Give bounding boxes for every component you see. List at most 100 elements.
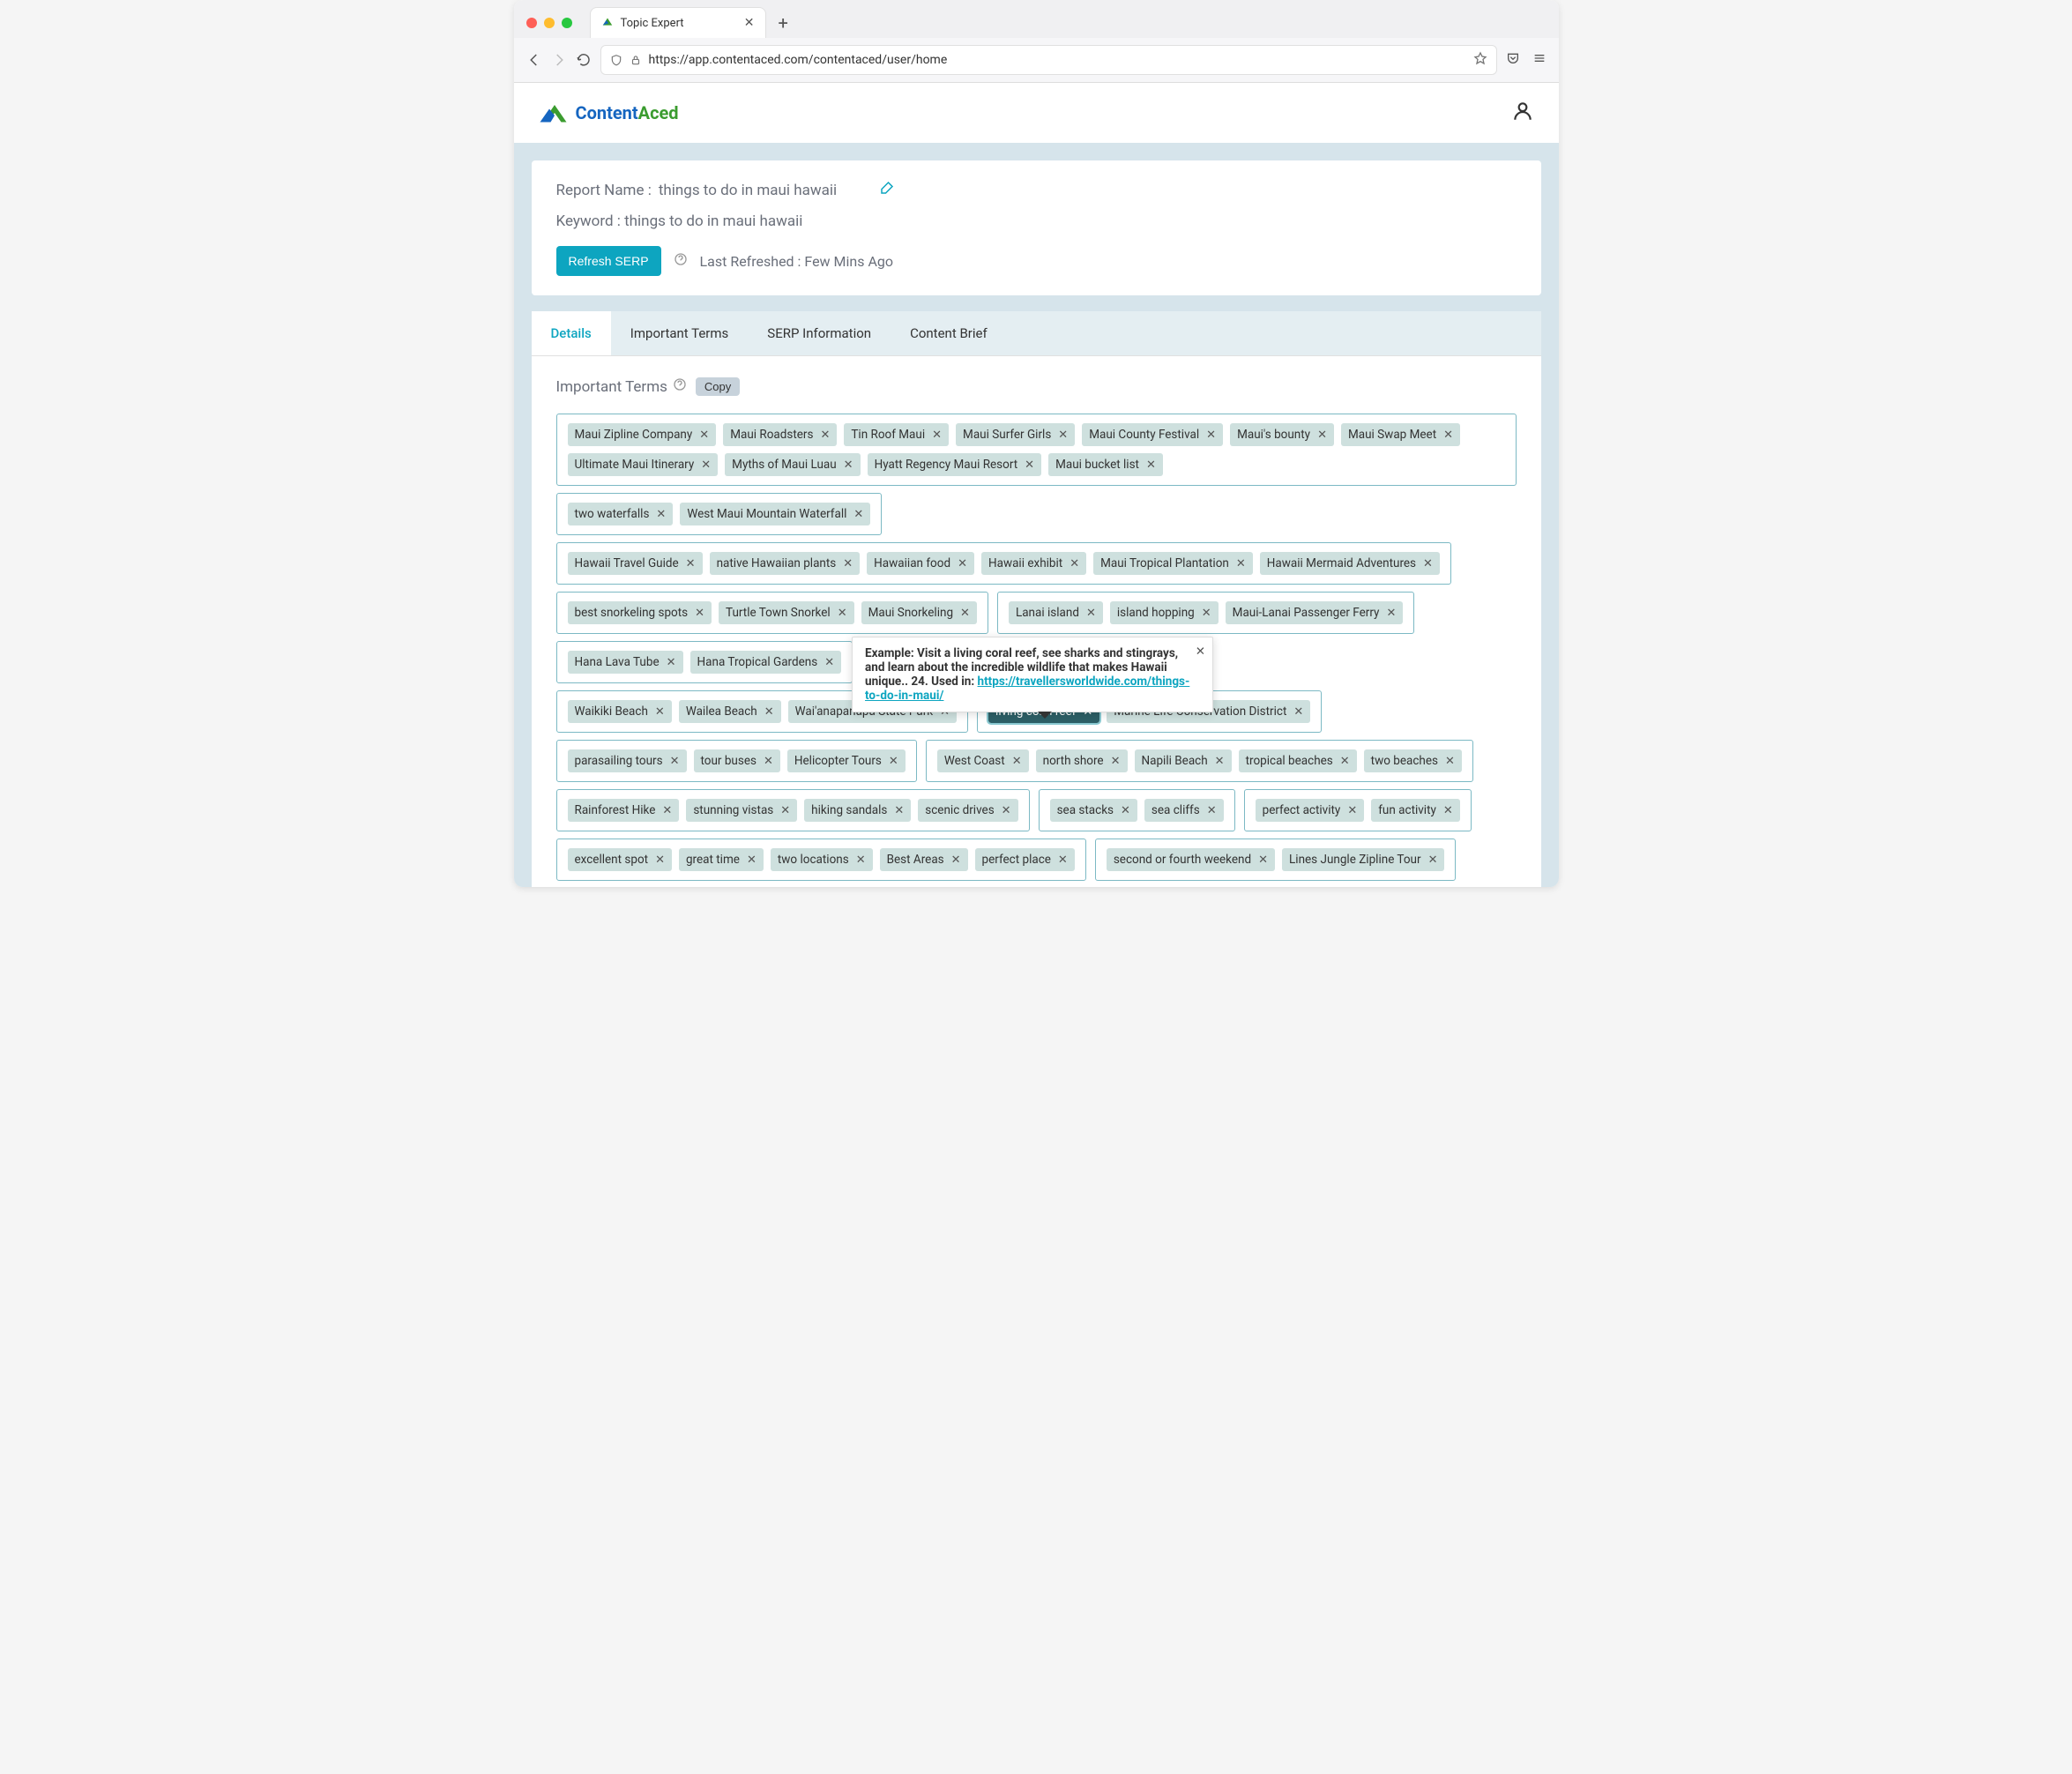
term-pill[interactable]: sea stacks✕ <box>1050 799 1137 822</box>
remove-term-icon[interactable]: ✕ <box>1258 853 1268 867</box>
term-pill[interactable]: two beaches✕ <box>1364 749 1462 772</box>
term-pill[interactable]: best snorkeling spots✕ <box>568 601 712 624</box>
remove-term-icon[interactable]: ✕ <box>1070 557 1079 570</box>
term-pill[interactable]: Wailea Beach✕ <box>679 700 781 723</box>
term-pill[interactable]: Hawaiian food✕ <box>867 552 974 575</box>
term-pill[interactable]: West Maui Mountain Waterfall✕ <box>680 503 870 525</box>
remove-term-icon[interactable]: ✕ <box>701 458 711 472</box>
remove-term-icon[interactable]: ✕ <box>824 656 834 669</box>
remove-term-icon[interactable]: ✕ <box>838 607 847 620</box>
term-pill[interactable]: Hyatt Regency Maui Resort✕ <box>868 453 1042 476</box>
term-pill[interactable]: Tin Roof Maui✕ <box>844 423 949 446</box>
remove-term-icon[interactable]: ✕ <box>699 429 709 442</box>
back-button[interactable] <box>526 52 542 68</box>
term-pill[interactable]: perfect place✕ <box>975 848 1075 871</box>
remove-term-icon[interactable]: ✕ <box>695 607 704 620</box>
close-tooltip-icon[interactable]: ✕ <box>1196 645 1205 659</box>
remove-term-icon[interactable]: ✕ <box>958 557 967 570</box>
remove-term-icon[interactable]: ✕ <box>670 755 680 768</box>
term-pill[interactable]: perfect activity✕ <box>1256 799 1365 822</box>
term-pill[interactable]: Hawaii Mermaid Adventures✕ <box>1260 552 1440 575</box>
remove-term-icon[interactable]: ✕ <box>894 804 904 817</box>
remove-term-icon[interactable]: ✕ <box>1121 804 1130 817</box>
tooltip-link[interactable]: https://travellersworldwide.com/things-t… <box>865 675 1189 703</box>
remove-term-icon[interactable]: ✕ <box>1002 804 1011 817</box>
browser-tab[interactable]: Topic Expert ✕ <box>590 7 766 38</box>
term-pill[interactable]: Napili Beach✕ <box>1135 749 1232 772</box>
reload-button[interactable] <box>576 52 592 68</box>
remove-term-icon[interactable]: ✕ <box>1428 853 1438 867</box>
remove-term-icon[interactable]: ✕ <box>932 429 942 442</box>
term-pill[interactable]: Lines Jungle Zipline Tour✕ <box>1282 848 1444 871</box>
remove-term-icon[interactable]: ✕ <box>1025 458 1034 472</box>
term-pill[interactable]: Waikiki Beach✕ <box>568 700 672 723</box>
hamburger-menu-icon[interactable] <box>1532 51 1547 69</box>
term-pill[interactable]: Hana Tropical Gardens✕ <box>690 651 842 674</box>
remove-term-icon[interactable]: ✕ <box>780 804 790 817</box>
term-pill[interactable]: tropical beaches✕ <box>1239 749 1357 772</box>
term-pill[interactable]: two locations✕ <box>771 848 873 871</box>
remove-term-icon[interactable]: ✕ <box>667 656 676 669</box>
remove-term-icon[interactable]: ✕ <box>1202 607 1211 620</box>
help-icon[interactable] <box>674 252 688 270</box>
help-icon[interactable] <box>673 377 687 396</box>
tab-details[interactable]: Details <box>532 311 611 355</box>
remove-term-icon[interactable]: ✕ <box>662 804 672 817</box>
term-pill[interactable]: Maui-Lanai Passenger Ferry✕ <box>1226 601 1404 624</box>
new-tab-button[interactable]: + <box>773 12 794 34</box>
term-pill[interactable]: Maui Surfer Girls✕ <box>956 423 1075 446</box>
logo[interactable]: ContentAced <box>539 97 679 129</box>
pocket-icon[interactable] <box>1506 51 1520 69</box>
term-pill[interactable]: Best Areas✕ <box>880 848 968 871</box>
term-pill[interactable]: Maui County Festival✕ <box>1082 423 1223 446</box>
term-pill[interactable]: Maui's bounty✕ <box>1230 423 1334 446</box>
remove-term-icon[interactable]: ✕ <box>655 705 665 719</box>
term-pill[interactable]: hiking sandals✕ <box>804 799 911 822</box>
refresh-serp-button[interactable]: Refresh SERP <box>556 246 661 276</box>
remove-term-icon[interactable]: ✕ <box>853 508 863 521</box>
remove-term-icon[interactable]: ✕ <box>843 557 853 570</box>
term-pill[interactable]: scenic drives✕ <box>918 799 1017 822</box>
remove-term-icon[interactable]: ✕ <box>1058 429 1068 442</box>
term-pill[interactable]: Maui Snorkeling✕ <box>861 601 977 624</box>
term-pill[interactable]: Helicopter Tours✕ <box>787 749 906 772</box>
term-pill[interactable]: excellent spot✕ <box>568 848 672 871</box>
term-pill[interactable]: Rainforest Hike✕ <box>568 799 680 822</box>
remove-term-icon[interactable]: ✕ <box>856 853 866 867</box>
term-pill[interactable]: Hawaii exhibit✕ <box>981 552 1086 575</box>
remove-term-icon[interactable]: ✕ <box>655 853 665 867</box>
remove-term-icon[interactable]: ✕ <box>889 755 898 768</box>
edit-icon[interactable] <box>879 180 895 200</box>
remove-term-icon[interactable]: ✕ <box>764 755 773 768</box>
remove-term-icon[interactable]: ✕ <box>844 458 853 472</box>
term-pill[interactable]: Turtle Town Snorkel✕ <box>719 601 854 624</box>
term-pill[interactable]: Hawaii Travel Guide✕ <box>568 552 703 575</box>
term-pill[interactable]: great time✕ <box>679 848 764 871</box>
remove-term-icon[interactable]: ✕ <box>1058 853 1068 867</box>
remove-term-icon[interactable]: ✕ <box>820 429 830 442</box>
remove-term-icon[interactable]: ✕ <box>747 853 757 867</box>
term-pill[interactable]: parasailing tours✕ <box>568 749 687 772</box>
term-pill[interactable]: two waterfalls✕ <box>568 503 674 525</box>
term-pill[interactable]: Maui bucket list✕ <box>1048 453 1163 476</box>
remove-term-icon[interactable]: ✕ <box>1386 607 1396 620</box>
tab-content-brief[interactable]: Content Brief <box>891 311 1007 355</box>
remove-term-icon[interactable]: ✕ <box>960 607 970 620</box>
term-pill[interactable]: Lanai island✕ <box>1009 601 1103 624</box>
user-icon[interactable] <box>1511 100 1534 126</box>
remove-term-icon[interactable]: ✕ <box>951 853 961 867</box>
remove-term-icon[interactable]: ✕ <box>1293 705 1303 719</box>
remove-term-icon[interactable]: ✕ <box>1317 429 1327 442</box>
remove-term-icon[interactable]: ✕ <box>1443 429 1453 442</box>
term-pill[interactable]: Maui Zipline Company✕ <box>568 423 717 446</box>
term-pill[interactable]: Maui Roadsters✕ <box>723 423 837 446</box>
term-pill[interactable]: sea cliffs✕ <box>1144 799 1224 822</box>
remove-term-icon[interactable]: ✕ <box>1236 557 1246 570</box>
term-pill[interactable]: tour buses✕ <box>694 749 780 772</box>
remove-term-icon[interactable]: ✕ <box>1146 458 1156 472</box>
bookmark-icon[interactable] <box>1473 51 1487 69</box>
remove-term-icon[interactable]: ✕ <box>686 557 696 570</box>
maximize-window-button[interactable] <box>562 18 572 28</box>
remove-term-icon[interactable]: ✕ <box>1340 755 1350 768</box>
term-pill[interactable]: Ultimate Maui Itinerary✕ <box>568 453 719 476</box>
